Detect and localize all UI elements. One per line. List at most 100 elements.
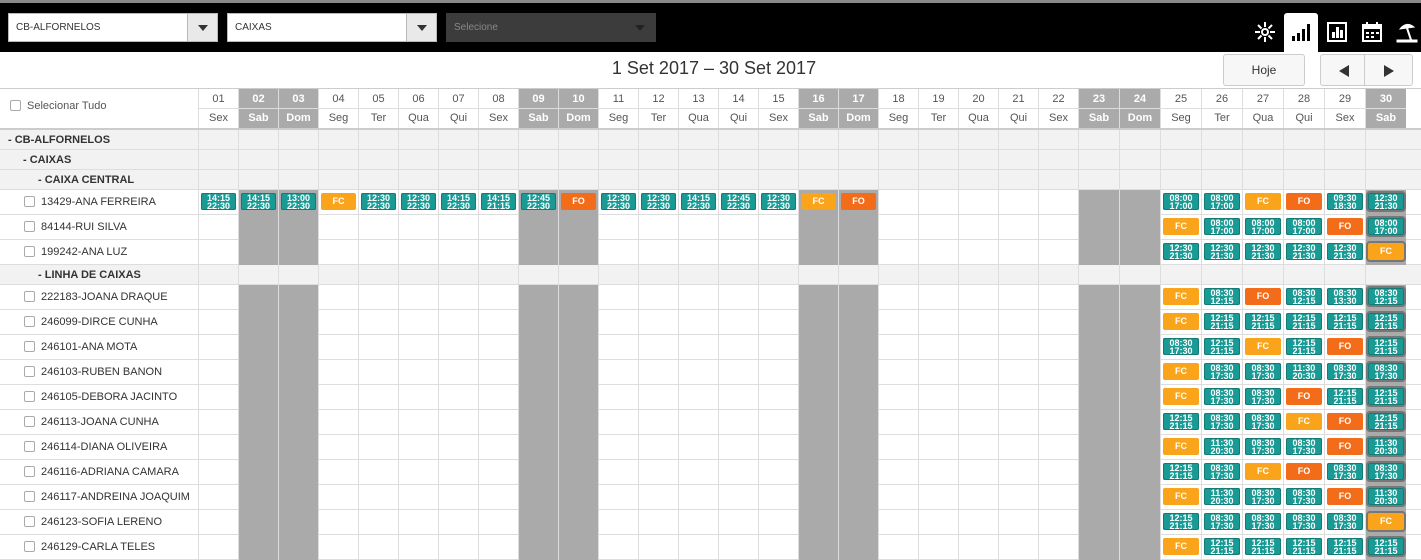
- day-cell[interactable]: 12:15 21:15: [1324, 385, 1365, 410]
- day-cell[interactable]: [318, 510, 358, 535]
- day-cell[interactable]: [518, 510, 558, 535]
- select-all-checkbox[interactable]: [10, 100, 21, 111]
- day-cell[interactable]: [918, 215, 958, 240]
- day-cell[interactable]: [798, 285, 838, 310]
- day-cell[interactable]: [638, 240, 678, 265]
- day-cell[interactable]: 08:30 17:30: [1242, 485, 1283, 510]
- day-cell[interactable]: [238, 410, 278, 435]
- day-cell[interactable]: [318, 335, 358, 360]
- day-cell[interactable]: 12:15 21:15: [1201, 310, 1242, 335]
- shift-badge[interactable]: 08:30 17:30: [1327, 463, 1363, 481]
- day-cell[interactable]: 12:15 21:15: [1324, 535, 1365, 560]
- day-off-fo-badge[interactable]: FO: [561, 193, 596, 210]
- group-label[interactable]: - LINHA DE CAIXAS: [38, 269, 141, 281]
- employee-label[interactable]: 246123-SOFIA LERENO: [24, 516, 162, 528]
- shift-badge[interactable]: 11:30 20:30: [1286, 363, 1322, 381]
- day-cell[interactable]: [918, 360, 958, 385]
- day-cell[interactable]: [198, 285, 238, 310]
- day-cell[interactable]: [438, 460, 478, 485]
- day-cell[interactable]: FC: [1365, 510, 1406, 535]
- day-cell[interactable]: [918, 510, 958, 535]
- day-cell[interactable]: [918, 310, 958, 335]
- day-cell[interactable]: FO: [838, 190, 878, 215]
- shift-badge[interactable]: 08:30 17:30: [1327, 513, 1363, 531]
- shift-badge[interactable]: 12:15 21:15: [1204, 313, 1240, 331]
- shift-badge[interactable]: 14:15 22:30: [201, 193, 236, 211]
- day-off-fc-badge[interactable]: FC: [1245, 338, 1281, 355]
- day-cell[interactable]: [398, 215, 438, 240]
- day-cell[interactable]: [438, 485, 478, 510]
- shift-badge[interactable]: 12:30 22:30: [361, 193, 396, 211]
- employee-checkbox[interactable]: [24, 246, 35, 257]
- day-cell[interactable]: [1038, 190, 1078, 215]
- shift-badge[interactable]: 08:30 17:30: [1286, 438, 1322, 456]
- day-cell[interactable]: 08:30 17:30: [1283, 435, 1324, 460]
- shift-badge[interactable]: 12:30 21:30: [1245, 243, 1281, 261]
- day-cell[interactable]: [1078, 360, 1119, 385]
- day-cell[interactable]: [1038, 240, 1078, 265]
- day-cell[interactable]: [758, 385, 798, 410]
- day-cell[interactable]: 12:15 21:15: [1283, 535, 1324, 560]
- day-cell[interactable]: 12:15 21:15: [1242, 310, 1283, 335]
- day-cell[interactable]: 12:15 21:15: [1283, 310, 1324, 335]
- day-cell[interactable]: [958, 240, 998, 265]
- shift-badge[interactable]: 08:00 17:00: [1366, 216, 1406, 237]
- day-cell[interactable]: FC: [1283, 410, 1324, 435]
- day-cell[interactable]: [1078, 335, 1119, 360]
- day-cell[interactable]: [398, 335, 438, 360]
- shift-badge[interactable]: 08:30 17:30: [1245, 488, 1281, 506]
- day-cell[interactable]: [1038, 215, 1078, 240]
- employee-label[interactable]: 13429-ANA FERREIRA: [24, 196, 156, 208]
- day-cell[interactable]: [438, 410, 478, 435]
- shift-badge[interactable]: 12:15 21:15: [1366, 536, 1406, 557]
- day-cell[interactable]: [518, 310, 558, 335]
- shift-badge[interactable]: 08:30 17:30: [1366, 361, 1406, 382]
- shift-badge[interactable]: 12:30 22:30: [401, 193, 436, 211]
- day-cell[interactable]: [758, 460, 798, 485]
- day-cell[interactable]: [238, 385, 278, 410]
- shift-badge[interactable]: 08:30 17:30: [1327, 363, 1363, 381]
- day-cell[interactable]: [678, 510, 718, 535]
- day-cell[interactable]: [638, 435, 678, 460]
- day-cell[interactable]: [1038, 410, 1078, 435]
- day-cell[interactable]: [558, 360, 598, 385]
- shift-badge[interactable]: 12:45 22:30: [721, 193, 756, 211]
- day-off-fc-badge[interactable]: FC: [1163, 313, 1199, 330]
- day-cell[interactable]: [718, 310, 758, 335]
- employee-checkbox[interactable]: [24, 366, 35, 377]
- shift-badge[interactable]: 08:30 17:30: [1204, 388, 1240, 406]
- shift-badge[interactable]: 08:30 17:30: [1286, 513, 1322, 531]
- shift-badge[interactable]: 12:15 21:15: [1286, 538, 1322, 556]
- day-cell[interactable]: [358, 460, 398, 485]
- day-cell[interactable]: [1078, 410, 1119, 435]
- day-cell[interactable]: [238, 360, 278, 385]
- day-cell[interactable]: [1119, 215, 1160, 240]
- day-cell[interactable]: [1078, 460, 1119, 485]
- day-cell[interactable]: 12:30 22:30: [358, 190, 398, 215]
- day-cell[interactable]: [958, 310, 998, 335]
- day-cell[interactable]: [318, 310, 358, 335]
- group-label[interactable]: - CAIXA CENTRAL: [38, 174, 134, 186]
- shift-badge[interactable]: 12:30 22:30: [601, 193, 636, 211]
- shift-badge[interactable]: 12:15 21:15: [1327, 313, 1363, 331]
- shift-badge[interactable]: 08:30 17:30: [1245, 388, 1281, 406]
- employee-label[interactable]: 222183-JOANA DRAQUE: [24, 291, 168, 303]
- day-cell[interactable]: 12:30 21:30: [1283, 240, 1324, 265]
- shift-badge[interactable]: 12:15 21:15: [1286, 338, 1322, 356]
- shift-badge[interactable]: 08:30 17:30: [1163, 338, 1199, 356]
- day-cell[interactable]: [878, 410, 918, 435]
- day-cell[interactable]: [478, 240, 518, 265]
- day-cell[interactable]: 08:30 17:30: [1242, 435, 1283, 460]
- day-cell[interactable]: [1038, 310, 1078, 335]
- day-off-fo-badge[interactable]: FO: [1327, 218, 1363, 235]
- day-cell[interactable]: [278, 535, 318, 560]
- day-cell[interactable]: [638, 360, 678, 385]
- shift-badge[interactable]: 08:30 17:30: [1366, 461, 1406, 482]
- day-cell[interactable]: 12:30 21:30: [1324, 240, 1365, 265]
- day-cell[interactable]: [438, 240, 478, 265]
- day-cell[interactable]: [878, 460, 918, 485]
- day-cell[interactable]: [798, 335, 838, 360]
- employee-label[interactable]: 246129-CARLA TELES: [24, 541, 155, 553]
- day-cell[interactable]: 12:15 21:15: [1160, 410, 1201, 435]
- day-cell[interactable]: [958, 335, 998, 360]
